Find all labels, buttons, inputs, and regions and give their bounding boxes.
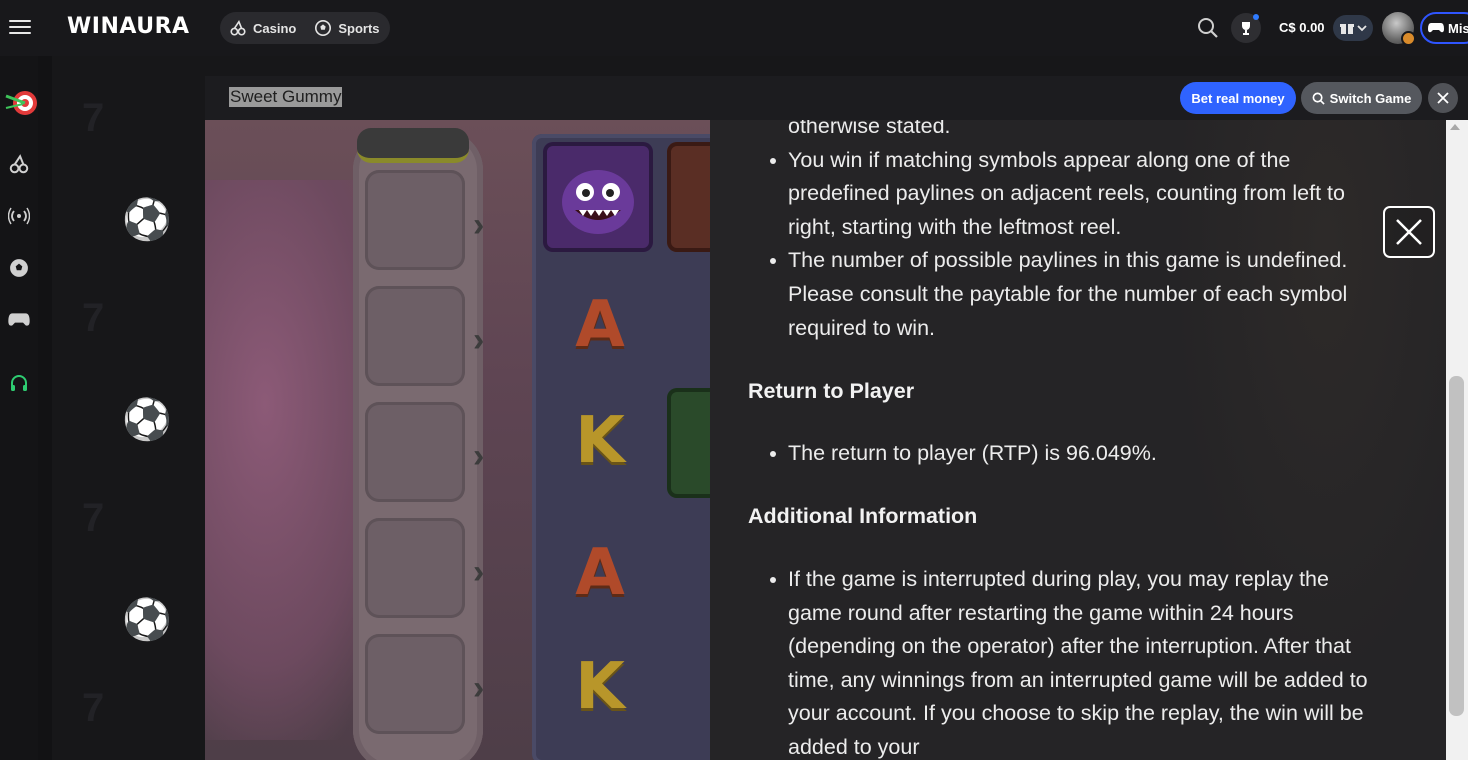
close-icon bbox=[1396, 219, 1422, 245]
rules-bullet: The number of possible paylines in this … bbox=[748, 244, 1368, 345]
gift-dropdown-button[interactable] bbox=[1333, 15, 1373, 41]
additional-info-heading: Additional Information bbox=[748, 504, 978, 529]
nav-sports[interactable]: Sports bbox=[305, 19, 388, 37]
support-headset-icon bbox=[11, 375, 27, 391]
nav-casino-label: Casino bbox=[253, 20, 297, 36]
purple-monster-icon bbox=[562, 170, 634, 234]
deco-symbol: ⚽ bbox=[122, 398, 172, 442]
deco-symbol: 7 bbox=[82, 96, 105, 140]
nav-sports-label: Sports bbox=[338, 20, 380, 36]
column-cap bbox=[357, 128, 469, 163]
deco-symbol: 7 bbox=[82, 496, 105, 540]
rtp-heading: Return to Player bbox=[748, 379, 915, 404]
multiplier-cell bbox=[365, 286, 465, 386]
paytable-overlay[interactable]: otherwise stated. You win if matching sy… bbox=[710, 120, 1446, 760]
green-monster-symbol bbox=[667, 388, 710, 498]
chevron-down-icon bbox=[1356, 25, 1367, 32]
multiplier-cell bbox=[365, 170, 465, 270]
rules-bullet: You win if matching symbols appear along… bbox=[748, 144, 1368, 245]
hamburger-menu-icon[interactable] bbox=[9, 17, 31, 37]
cherries-icon bbox=[230, 19, 246, 36]
game-title: Sweet Gummy bbox=[229, 87, 343, 107]
rtp-bullet: The return to player (RTP) is 96.049%. bbox=[748, 437, 1368, 471]
gamepad-icon bbox=[8, 313, 30, 326]
gift-icon bbox=[1339, 24, 1354, 34]
letter-symbol: A bbox=[575, 536, 625, 610]
close-game-button[interactable] bbox=[1428, 83, 1458, 113]
search-icon bbox=[1312, 92, 1325, 105]
level-badge bbox=[1401, 31, 1416, 46]
trophy-icon bbox=[1242, 22, 1250, 35]
gamepad-icon bbox=[1428, 23, 1444, 33]
chevron-right-icon: › bbox=[473, 669, 485, 707]
trophy-button[interactable] bbox=[1231, 13, 1261, 43]
sidebar-item-promotions[interactable] bbox=[3, 86, 37, 120]
soccer-ball-icon bbox=[315, 19, 332, 37]
chevron-right-icon: › bbox=[473, 553, 485, 591]
paytable-text: otherwise stated. bbox=[788, 120, 951, 138]
letter-symbol: A bbox=[575, 288, 625, 362]
sidebar-item-support[interactable] bbox=[7, 372, 31, 396]
slot-game-canvas[interactable]: › › › › › A K A K bbox=[205, 120, 710, 760]
deco-symbol: 7 bbox=[82, 686, 105, 730]
soccer-ball-icon bbox=[9, 258, 29, 278]
live-broadcast-icon bbox=[8, 207, 30, 225]
switch-game-label: Switch Game bbox=[1329, 90, 1412, 106]
avatar[interactable] bbox=[1382, 12, 1416, 46]
multiplier-cell bbox=[365, 518, 465, 618]
bet-real-money-button[interactable]: Bet real money bbox=[1180, 82, 1296, 114]
logo[interactable]: WINAURA bbox=[67, 14, 190, 39]
switch-game-button[interactable]: Switch Game bbox=[1301, 82, 1422, 114]
nav-casino[interactable]: Casino bbox=[220, 19, 305, 37]
paytable-content: otherwise stated. You win if matching sy… bbox=[748, 120, 1368, 760]
chevron-right-icon: › bbox=[473, 321, 485, 359]
search-icon[interactable] bbox=[1197, 17, 1219, 39]
sidebar-item-games[interactable] bbox=[7, 308, 31, 332]
sidebar bbox=[0, 56, 38, 760]
main-nav: Casino Sports bbox=[220, 12, 390, 44]
deco-symbol: 7 bbox=[82, 296, 105, 340]
deco-symbol: ⚽ bbox=[122, 598, 172, 642]
multiplier-cell bbox=[365, 634, 465, 734]
chevron-right-icon: › bbox=[473, 206, 485, 244]
multiplier-cell bbox=[365, 402, 465, 502]
chevron-right-icon: › bbox=[473, 437, 485, 475]
sidebar-item-casino[interactable] bbox=[7, 152, 31, 176]
cherries-icon bbox=[9, 154, 29, 174]
sidebar-item-sports[interactable] bbox=[7, 256, 31, 280]
sidebar-item-live[interactable] bbox=[7, 204, 31, 228]
top-bar: WINAURA Casino Sports C$ 0.00 Mis bbox=[0, 0, 1468, 56]
paytable-close-button[interactable] bbox=[1383, 206, 1435, 258]
missions-label: Mis bbox=[1448, 20, 1468, 36]
additional-info-bullet: If the game is interrupted during play, … bbox=[748, 563, 1368, 760]
deco-symbol: ⚽ bbox=[122, 198, 172, 242]
orange-monster-symbol bbox=[667, 142, 710, 252]
scrollbar-thumb[interactable] bbox=[1449, 376, 1464, 716]
letter-symbol: K bbox=[575, 404, 625, 478]
close-icon bbox=[1437, 92, 1449, 104]
target-icon bbox=[5, 91, 37, 115]
scroll-up-arrow-icon[interactable] bbox=[1450, 124, 1460, 130]
balance-display[interactable]: C$ 0.00 bbox=[1279, 20, 1325, 35]
missions-button[interactable]: Mis bbox=[1420, 12, 1468, 44]
notification-dot bbox=[1253, 14, 1259, 20]
monster-symbol bbox=[543, 142, 653, 252]
letter-symbol: K bbox=[575, 650, 625, 724]
